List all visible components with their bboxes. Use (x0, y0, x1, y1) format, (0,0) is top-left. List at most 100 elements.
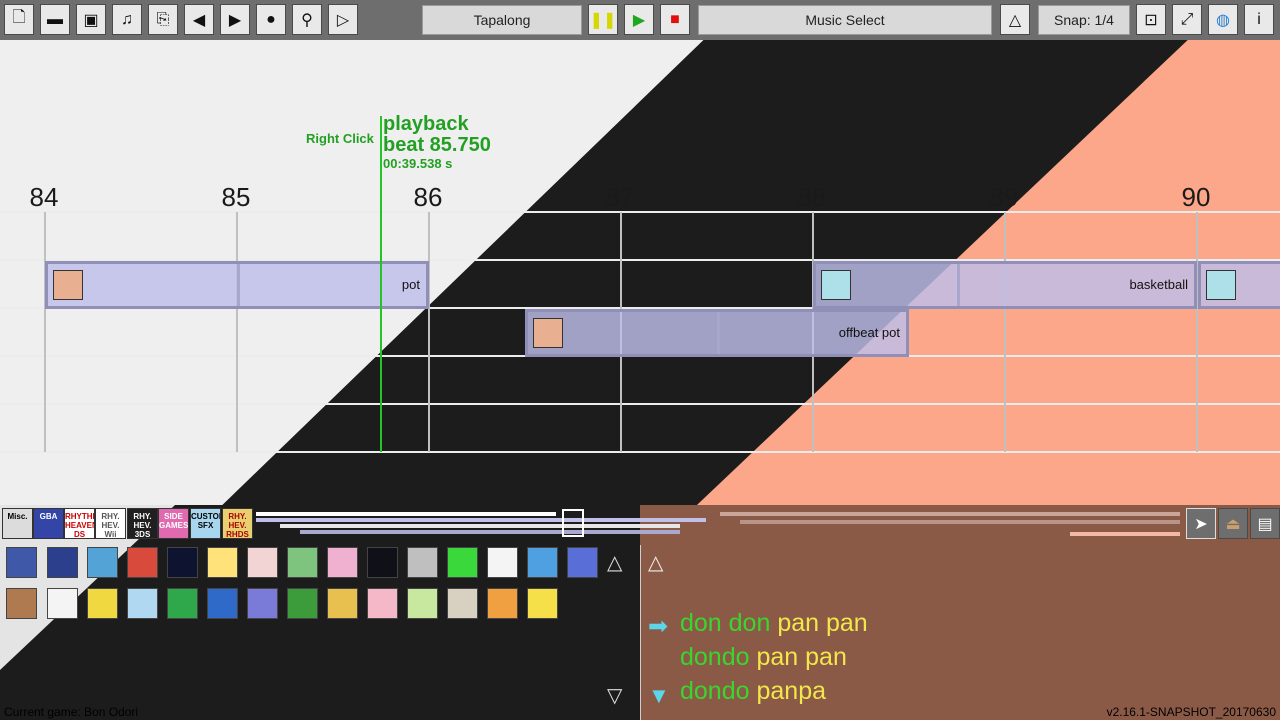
event-block-pot[interactable]: pot (45, 261, 429, 309)
pause-button[interactable]: ❚❚ (588, 4, 618, 35)
metronome-icon[interactable]: △ (1000, 4, 1030, 35)
game-icon-18[interactable] (87, 588, 118, 619)
beat-number: 88 (797, 182, 827, 212)
category-wii[interactable]: RHY. HEV. Wii FEVER (95, 508, 126, 539)
basketball-icon (821, 270, 851, 300)
game-icon-3[interactable] (87, 547, 118, 578)
dialog-line-1: don don pan pan (680, 609, 868, 638)
game-icon-13[interactable] (487, 547, 518, 578)
category-gba[interactable]: GBA (33, 508, 64, 539)
scene-field[interactable]: Music Select (698, 5, 992, 35)
game-icon-28[interactable] (487, 588, 518, 619)
game-icon-9[interactable] (327, 547, 358, 578)
globe-icon[interactable]: ◍ (1208, 4, 1238, 35)
game-icon-29[interactable] (527, 588, 558, 619)
category-3ds[interactable]: RHY. HEV. 3DS MEGAMIX (127, 508, 158, 539)
dialog-green-text: don don (680, 609, 771, 637)
event-block-basketball-next[interactable] (1198, 261, 1280, 309)
game-icon-10[interactable] (367, 547, 398, 578)
game-icon-25[interactable] (367, 588, 398, 619)
open-folder-icon[interactable]: ▬ (40, 4, 70, 35)
game-icon-16[interactable] (6, 588, 37, 619)
minimap-bar (740, 520, 1180, 524)
game-icon-14[interactable] (527, 547, 558, 578)
palette-icon[interactable]: ● (256, 4, 286, 35)
snap-field[interactable]: Snap: 1/4 (1038, 5, 1130, 35)
minimap-bar (256, 512, 556, 516)
game-icon-22[interactable] (247, 588, 278, 619)
game-icon-17[interactable] (47, 588, 78, 619)
beat-line (1196, 212, 1198, 452)
music-volume-icon[interactable]: ▤ (1250, 508, 1280, 539)
minimap-bar (300, 530, 680, 534)
song-title-field[interactable]: Tapalong (422, 5, 582, 35)
game-icon-27[interactable] (447, 588, 478, 619)
beat-line (1004, 212, 1006, 452)
game-icon-19[interactable] (127, 588, 158, 619)
info-icon[interactable]: i (1244, 4, 1274, 35)
game-icon-1[interactable] (6, 547, 37, 578)
category-rhds[interactable]: RHY. HEV. RHDS (222, 508, 253, 539)
zoom-icon[interactable]: ⚲ (292, 4, 322, 35)
game-icon-4[interactable] (127, 547, 158, 578)
cursor-tool-icon[interactable]: ➤ (1186, 508, 1216, 539)
beat-number: 85 (221, 182, 251, 212)
game-icon-20[interactable] (167, 588, 198, 619)
playback-title: playback (383, 113, 469, 135)
game-icon-2[interactable] (47, 547, 78, 578)
category-misc[interactable]: Misc. (2, 508, 33, 539)
new-file-icon[interactable]: 🗋 (4, 4, 34, 35)
dialog-up-icon[interactable]: △ (648, 550, 663, 575)
redo-arrow-icon[interactable]: ▶ (220, 4, 250, 35)
stop-button[interactable]: ■ (660, 4, 690, 35)
dialog-down-icon[interactable]: ▼ (648, 683, 670, 709)
version-label: v2.16.1-SNAPSHOT_20170630 (1106, 705, 1276, 719)
fullscreen-icon[interactable]: ⤢ (1172, 4, 1202, 35)
playback-time: 00:39.538 s (383, 156, 453, 171)
minimap-viewport[interactable] (562, 509, 584, 537)
basketball-icon (1206, 270, 1236, 300)
tempo-tool-icon[interactable]: ⏏ (1218, 508, 1248, 539)
toolbar: 🗋 ▬ ▣ ♫ ⎘ ◀ ▶ ● ⚲ ▷ Tapalong ❚❚ ▶ ■ Musi… (0, 0, 1280, 40)
event-block-basketball[interactable]: basketball (813, 261, 1197, 309)
scroll-down-icon[interactable]: ▽ (607, 683, 622, 708)
game-icon-21[interactable] (207, 588, 238, 619)
game-icon-23[interactable] (287, 588, 318, 619)
dialog-yellow-text: panpa (756, 677, 827, 705)
game-icon-24[interactable] (327, 588, 358, 619)
playback-line[interactable] (380, 116, 382, 452)
game-icon-15[interactable] (567, 547, 598, 578)
beat-number: 84 (29, 182, 59, 212)
save-icon[interactable]: ▣ (76, 4, 106, 35)
headphones-icon[interactable]: ♫ (112, 4, 142, 35)
category-ds[interactable]: RHYTHM HEAVEN DS (64, 508, 95, 539)
event-block-offbeat-pot[interactable]: offbeat pot (525, 309, 909, 357)
fit-view-icon[interactable]: ⊡ (1136, 4, 1166, 35)
fist-icon (533, 318, 563, 348)
category-custom-sfx[interactable]: CUSTOM SFX (190, 508, 221, 539)
row-divider (0, 403, 1280, 405)
beat-line (428, 212, 430, 452)
dialog-line-3: dondo panpa (680, 677, 826, 706)
export-icon[interactable]: ⎘ (148, 4, 178, 35)
game-icon-8[interactable] (287, 547, 318, 578)
scroll-up-icon[interactable]: △ (607, 550, 622, 575)
dialog-green-text: dondo (680, 643, 750, 671)
fist-icon (53, 270, 83, 300)
row-divider (0, 451, 1280, 453)
current-game-status: Current game: Bon Odori (4, 705, 139, 719)
play-preview-icon[interactable]: ▷ (328, 4, 358, 35)
category-side-games[interactable]: SIDE GAMES (158, 508, 189, 539)
game-icon-26[interactable] (407, 588, 438, 619)
playback-beat: beat 85.750 (383, 134, 491, 156)
beat-line (44, 212, 46, 452)
game-icon-7[interactable] (247, 547, 278, 578)
event-label: offbeat pot (838, 325, 900, 340)
game-icon-12[interactable] (447, 547, 478, 578)
play-button[interactable]: ▶ (624, 4, 654, 35)
game-icon-6[interactable] (207, 547, 238, 578)
game-icon-11[interactable] (407, 547, 438, 578)
minimap-bar (256, 518, 706, 522)
undo-arrow-icon[interactable]: ◀ (184, 4, 214, 35)
game-icon-5[interactable] (167, 547, 198, 578)
